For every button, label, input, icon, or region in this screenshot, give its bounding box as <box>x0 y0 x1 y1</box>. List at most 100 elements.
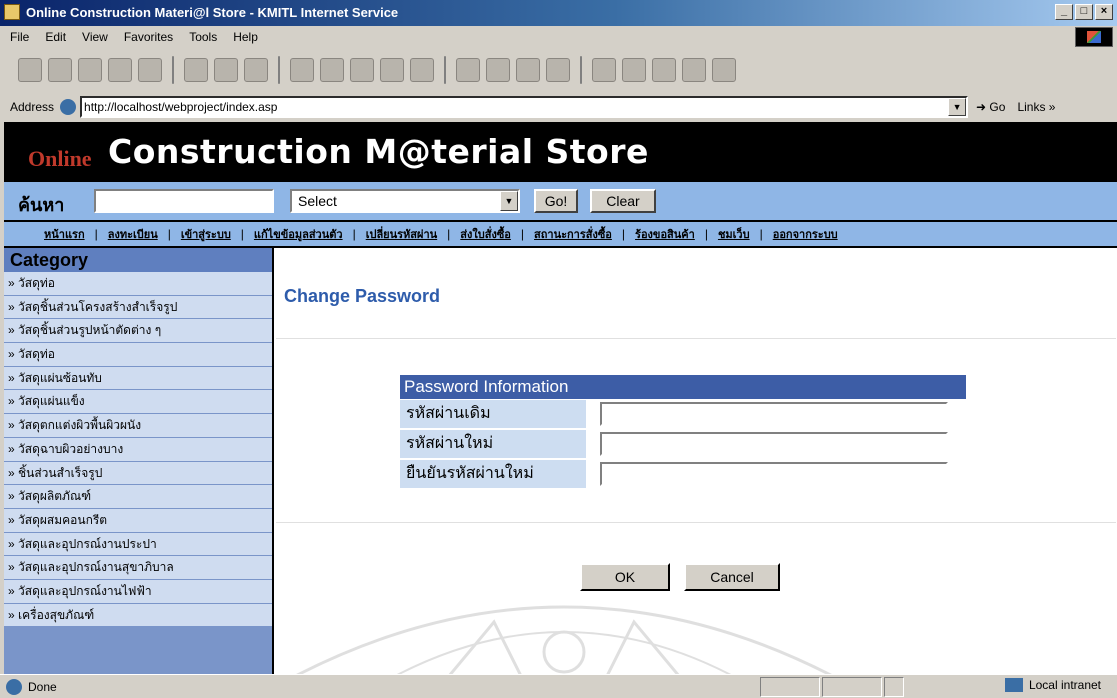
sidebar-item[interactable]: » วัสดุฉาบผิวอย่างบาง <box>4 437 272 462</box>
research-icon[interactable] <box>622 58 646 82</box>
edit-icon[interactable] <box>456 58 480 82</box>
back-icon[interactable] <box>18 58 42 82</box>
menu-view[interactable]: View <box>82 30 108 44</box>
nav-separator: | <box>352 227 356 241</box>
category-sidebar: Category » วัสดุท่อ » วัสดุชิ้นส่วนโครงส… <box>4 248 274 674</box>
minimize-button[interactable]: _ <box>1055 4 1073 20</box>
cancel-button[interactable]: Cancel <box>684 563 780 591</box>
nav-separator: | <box>704 227 708 241</box>
address-dropdown-icon[interactable]: ▼ <box>948 98 967 116</box>
old-password-field[interactable] <box>600 402 948 426</box>
paste-icon[interactable] <box>244 58 268 82</box>
sidebar-item[interactable]: » วัสดุตกแต่งผิวพื้นผิวผนัง <box>4 414 272 438</box>
go-button[interactable]: ➜ Go <box>976 100 1005 114</box>
toolbar-separator <box>444 56 446 84</box>
sidebar-heading: Category <box>4 248 272 272</box>
nav-logout[interactable]: ออกจากระบบ <box>773 225 838 243</box>
nav-home[interactable]: หน้าแรก <box>44 225 85 243</box>
sidebar-item[interactable]: » วัสดุผลิตภัณฑ์ <box>4 485 272 509</box>
mail-icon[interactable] <box>380 58 404 82</box>
password-form: Password Information รหัสผ่านเดิม รหัสผ่… <box>400 375 966 489</box>
window-icon[interactable] <box>546 58 570 82</box>
messenger-icon[interactable] <box>516 58 540 82</box>
links-button[interactable]: Links » <box>1017 100 1055 114</box>
nav-send-order[interactable]: ส่งใบสั่งซื้อ <box>460 225 511 243</box>
sidebar-item[interactable]: » วัสดุแผ่นซ้อนทับ <box>4 366 272 391</box>
divider <box>276 522 1116 523</box>
security-zone: Local intranet <box>1004 678 1101 692</box>
old-password-label: รหัสผ่านเดิม <box>400 400 586 428</box>
sidebar-item[interactable]: » วัสดุผสมคอนกรีต <box>4 508 272 533</box>
nav-separator: | <box>94 227 98 241</box>
banner-title: Construction M@terial Store <box>108 132 649 171</box>
copy-icon[interactable] <box>214 58 238 82</box>
nav-browse[interactable]: ชมเว็บ <box>718 225 750 243</box>
search-label: ค้นหา <box>18 195 65 215</box>
nav-request-product[interactable]: ร้องขอสินค้า <box>635 225 695 243</box>
toolbar-separator <box>580 56 582 84</box>
people-icon[interactable] <box>652 58 676 82</box>
sidebar-item[interactable]: » วัสดุแผ่นแข็ง <box>4 390 272 415</box>
address-input[interactable]: http://localhost/webproject/index.asp ▼ <box>80 96 969 118</box>
home-icon[interactable] <box>138 58 162 82</box>
forward-icon[interactable] <box>48 58 72 82</box>
go-label: Go <box>989 100 1006 114</box>
go-search-button[interactable]: Go! <box>534 189 578 213</box>
folder-icon[interactable] <box>592 58 616 82</box>
sidebar-item[interactable]: » วัสดุและอุปกรณ์งานสุขาภิบาล <box>4 556 272 580</box>
new-password-field[interactable] <box>600 432 948 456</box>
calendar-icon[interactable] <box>682 58 706 82</box>
sidebar-item[interactable]: » วัสดุและอุปกรณ์งานประปา <box>4 532 272 557</box>
category-select[interactable]: Select ▼ <box>290 189 520 213</box>
nav-separator: | <box>447 227 451 241</box>
search-bar: ค้นหา Select ▼ Go! Clear <box>4 182 1117 220</box>
history-icon[interactable] <box>350 58 374 82</box>
close-button[interactable]: × <box>1095 4 1113 20</box>
sidebar-item[interactable]: » วัสดุและอุปกรณ์งานไฟฟ้า <box>4 579 272 604</box>
sidebar-item[interactable]: » ชิ้นส่วนสำเร็จรูป <box>4 461 272 486</box>
window-title-bar: Online Construction Materi@l Store - KMI… <box>0 0 1117 26</box>
nav-separator: | <box>240 227 244 241</box>
refresh-icon[interactable] <box>108 58 132 82</box>
form-row: รหัสผ่านใหม่ <box>400 429 966 459</box>
menu-file[interactable]: File <box>10 30 29 44</box>
nav-login[interactable]: เข้าสู่ระบบ <box>181 225 231 243</box>
maximize-button[interactable]: □ <box>1075 4 1093 20</box>
sidebar-item[interactable]: » เครื่องสุขภัณฑ์ <box>4 603 272 628</box>
nav-register[interactable]: ลงทะเบียน <box>108 225 158 243</box>
intranet-zone-icon <box>1004 678 1023 692</box>
confirm-password-label: ยืนยันรหัสผ่านใหม่ <box>400 460 586 488</box>
nav-separator: | <box>621 227 626 241</box>
sidebar-item[interactable]: » วัสดุชิ้นส่วนรูปหน้าตัดต่าง ๆ <box>4 319 272 344</box>
menu-help[interactable]: Help <box>233 30 258 44</box>
notes-icon[interactable] <box>712 58 736 82</box>
menu-tools[interactable]: Tools <box>189 30 217 44</box>
search-input[interactable] <box>94 189 274 213</box>
site-banner: Online Construction M@terial Store <box>4 122 1117 182</box>
windows-logo-icon <box>1075 27 1113 47</box>
nav-edit-profile[interactable]: แก้ไขข้อมูลส่วนตัว <box>254 225 343 243</box>
sidebar-item[interactable]: » วัสดุชิ้นส่วนโครงสร้างสำเร็จรูป <box>4 295 272 320</box>
new-password-label: รหัสผ่านใหม่ <box>400 430 586 458</box>
stop-icon[interactable] <box>78 58 102 82</box>
ok-button[interactable]: OK <box>580 563 670 591</box>
status-panel <box>884 677 904 697</box>
nav-order-status[interactable]: สถานะการสั่งซื้อ <box>534 225 612 243</box>
chevron-down-icon[interactable]: ▼ <box>500 191 518 211</box>
nav-change-password[interactable]: เปลี่ยนรหัสผ่าน <box>366 225 437 243</box>
sidebar-item[interactable]: » วัสดุท่อ <box>4 272 272 296</box>
clear-button[interactable]: Clear <box>590 189 656 213</box>
toolbar-separator <box>278 56 280 84</box>
confirm-password-field[interactable] <box>600 462 948 486</box>
status-text: Done <box>28 679 57 694</box>
address-url: http://localhost/webproject/index.asp <box>84 100 278 114</box>
menu-edit[interactable]: Edit <box>45 30 66 44</box>
sidebar-item[interactable]: » วัสดุท่อ <box>4 343 272 367</box>
menu-favorites[interactable]: Favorites <box>124 30 173 44</box>
print-icon[interactable] <box>410 58 434 82</box>
window-title: Online Construction Materi@l Store - KMI… <box>26 5 399 20</box>
discuss-icon[interactable] <box>486 58 510 82</box>
search-icon[interactable] <box>290 58 314 82</box>
favorites-icon[interactable] <box>320 58 344 82</box>
cut-icon[interactable] <box>184 58 208 82</box>
